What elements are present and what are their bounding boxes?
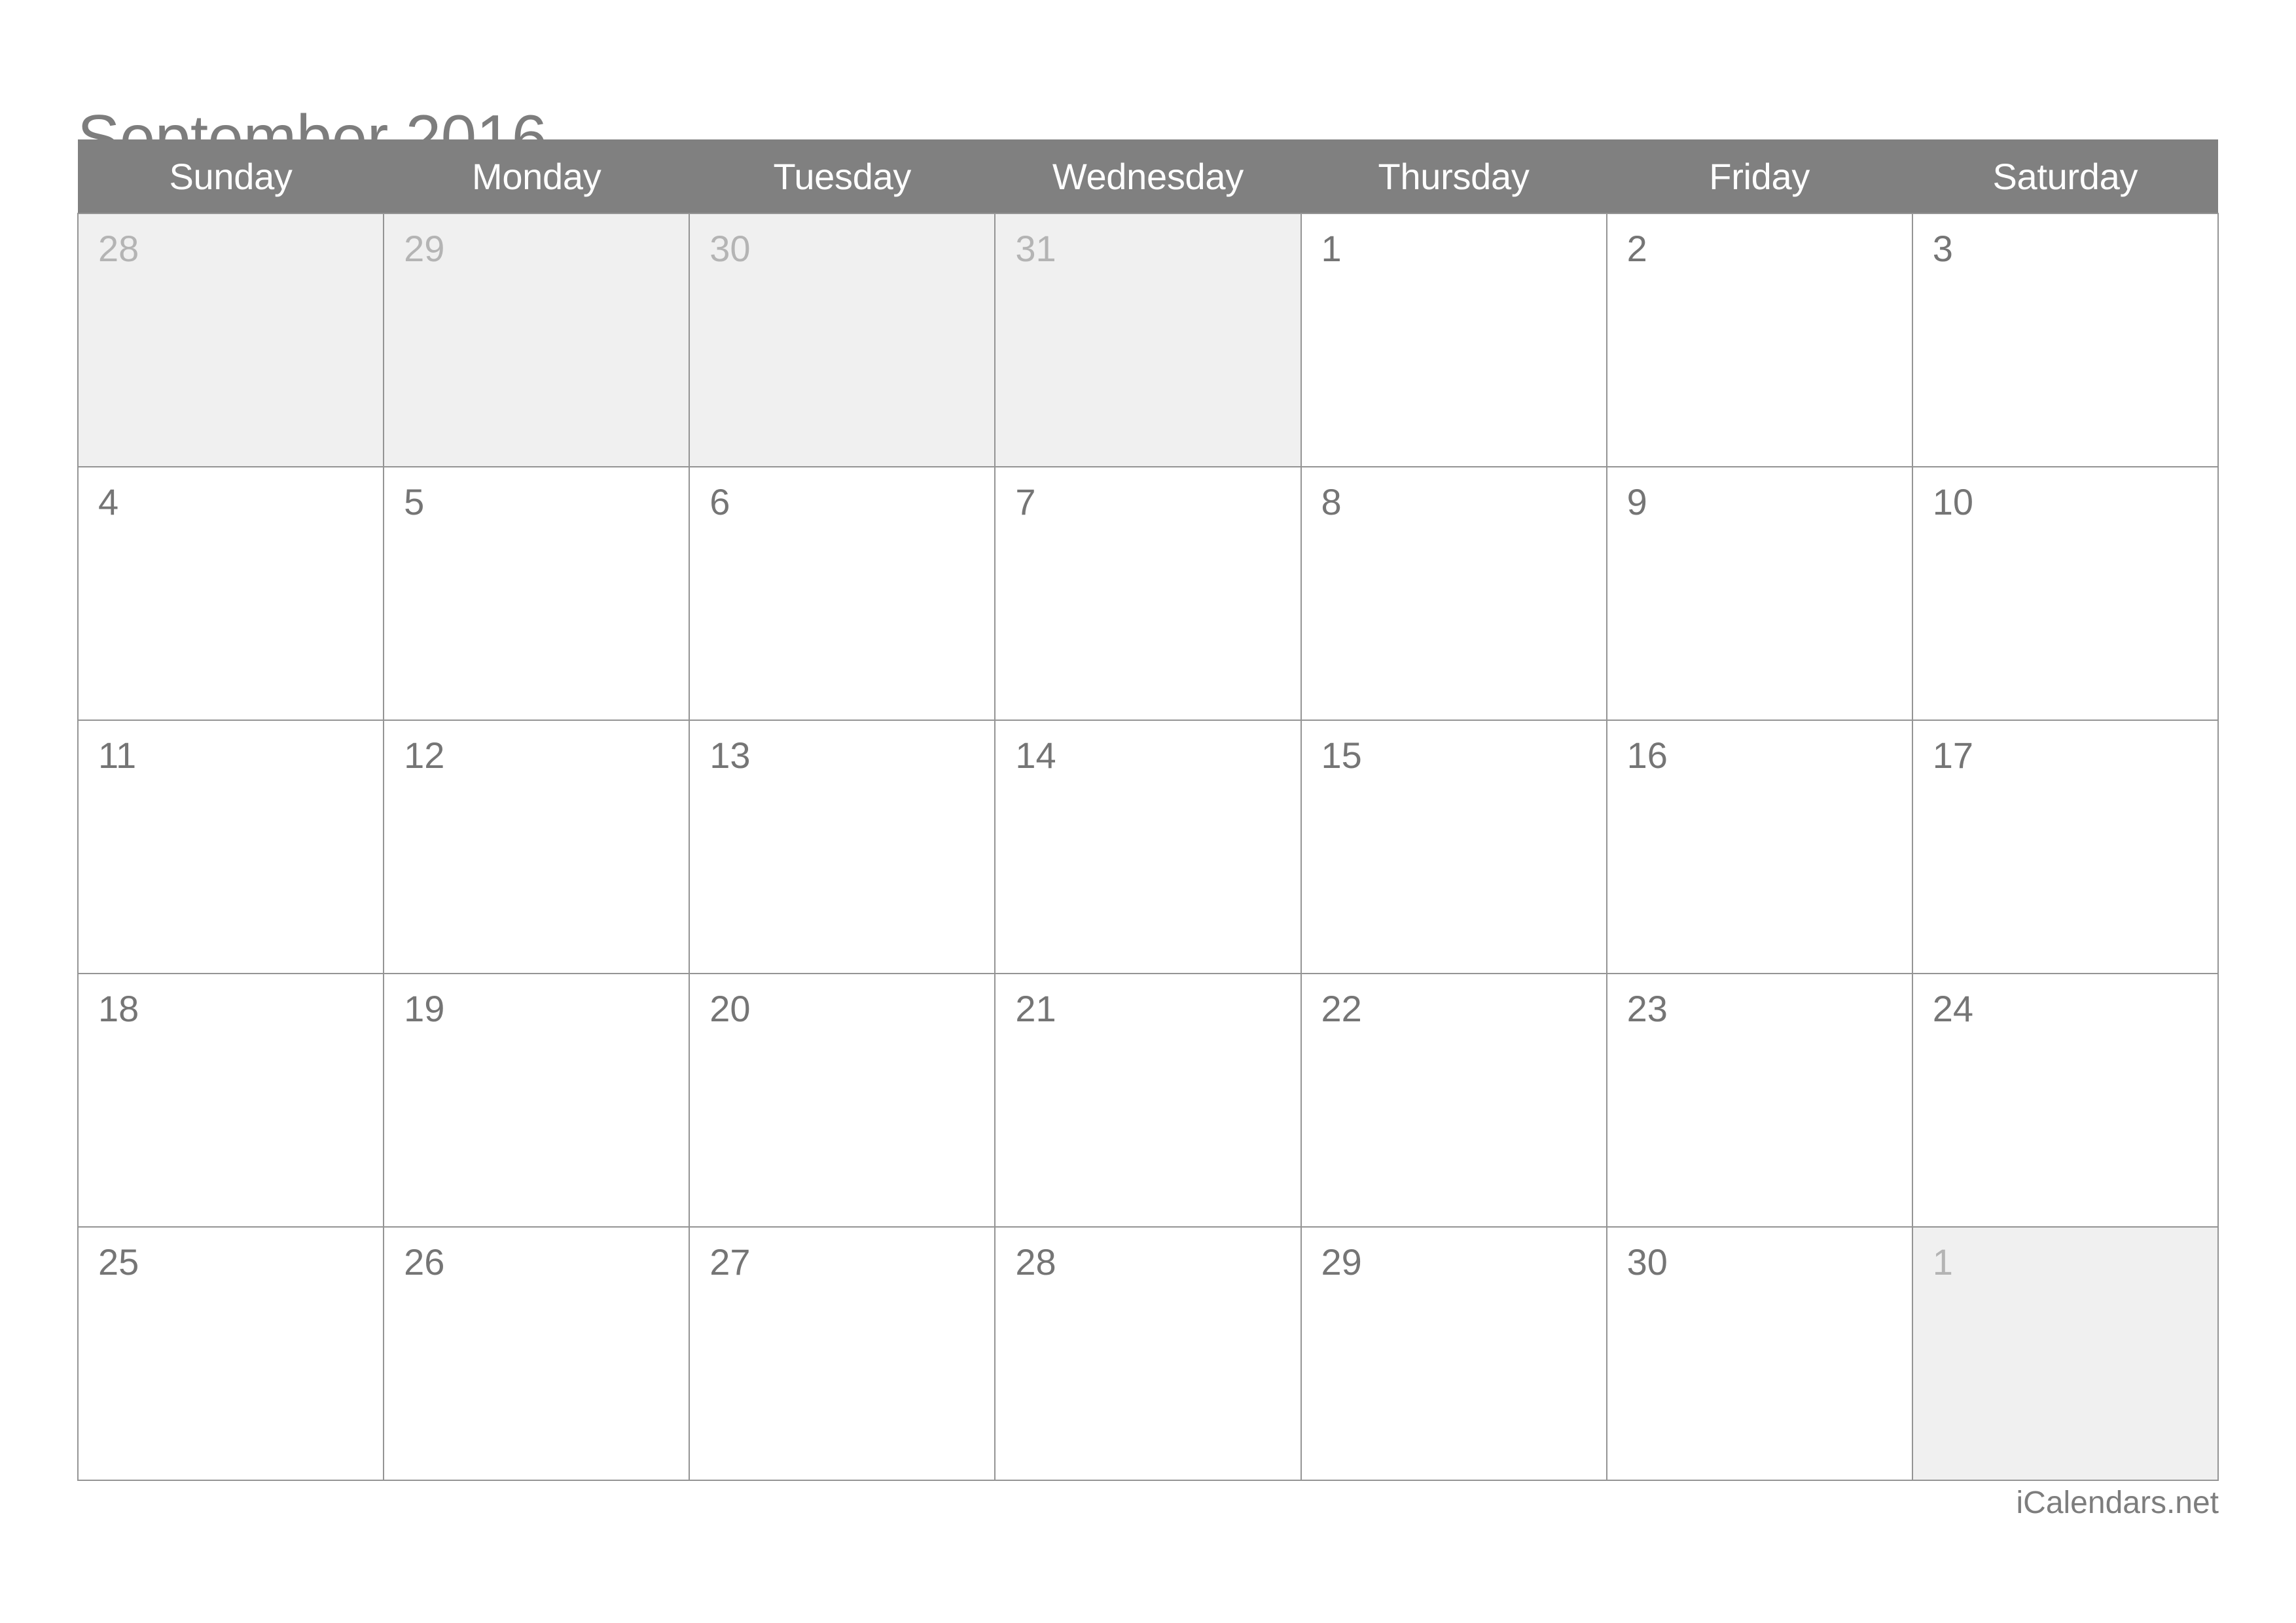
calendar-week-row: 11 12 13 14 15 16 17	[77, 720, 2219, 974]
calendar-day-cell[interactable]: 28	[994, 1226, 1302, 1481]
day-number: 25	[98, 1241, 139, 1283]
weekday-header-friday: Friday	[1606, 139, 1912, 213]
calendar-day-cell[interactable]: 13	[689, 720, 996, 974]
weekday-header-tuesday: Tuesday	[689, 139, 996, 213]
calendar-week-row: 18 19 20 21 22 23 24	[77, 973, 2219, 1228]
calendar-week-row: 28 29 30 31 1 2 3	[77, 213, 2219, 467]
day-number: 27	[709, 1241, 751, 1283]
calendar-day-cell[interactable]: 26	[383, 1226, 691, 1481]
calendar-day-cell[interactable]: 12	[383, 720, 691, 974]
day-number: 3	[1932, 228, 1953, 269]
calendar-day-cell[interactable]: 30	[1605, 1226, 1913, 1481]
calendar-day-cell[interactable]: 1	[1911, 1226, 2219, 1481]
calendar-day-cell[interactable]: 17	[1911, 720, 2219, 974]
weekday-header-monday: Monday	[384, 139, 690, 213]
calendar-day-cell[interactable]: 29	[1300, 1226, 1607, 1481]
day-number: 28	[1015, 1241, 1056, 1283]
calendar-day-cell[interactable]: 31	[994, 213, 1302, 467]
calendar-day-cell[interactable]: 18	[77, 973, 385, 1228]
day-number: 12	[404, 735, 445, 776]
day-number: 19	[404, 988, 445, 1029]
calendar-day-cell[interactable]: 19	[383, 973, 691, 1228]
calendar-day-cell[interactable]: 28	[77, 213, 385, 467]
calendar-week-row: 4 5 6 7 8 9 10	[77, 466, 2219, 721]
day-number: 17	[1932, 735, 1974, 776]
day-number: 7	[1015, 481, 1036, 522]
weekday-header-row: Sunday Monday Tuesday Wednesday Thursday…	[78, 139, 2218, 213]
calendar-day-cell[interactable]: 10	[1911, 466, 2219, 721]
calendar-weeks: 28 29 30 31 1 2 3 4 5 6 7 8 9 10 11 12 13 14 15 16 17 18 19 20 2…	[77, 213, 2219, 1481]
day-number: 31	[1015, 228, 1056, 269]
calendar-day-cell[interactable]: 8	[1300, 466, 1607, 721]
day-number: 4	[98, 481, 119, 522]
day-number: 11	[98, 735, 137, 776]
day-number: 30	[709, 228, 751, 269]
calendar-day-cell[interactable]: 22	[1300, 973, 1607, 1228]
calendar-day-cell[interactable]: 2	[1605, 213, 1913, 467]
weekday-header-sunday: Sunday	[78, 139, 384, 213]
calendar-day-cell[interactable]: 25	[77, 1226, 385, 1481]
weekday-header-wednesday: Wednesday	[995, 139, 1301, 213]
calendar-week-row: 25 26 27 28 29 30 1	[77, 1226, 2219, 1481]
calendar-day-cell[interactable]: 15	[1300, 720, 1607, 974]
calendar-day-cell[interactable]: 1	[1300, 213, 1607, 467]
day-number: 26	[404, 1241, 445, 1283]
calendar-day-cell[interactable]: 21	[994, 973, 1302, 1228]
day-number: 20	[709, 988, 751, 1029]
day-number: 8	[1321, 481, 1342, 522]
calendar-page: September 2016 Sunday Monday Tuesday Wed…	[0, 0, 2296, 1623]
day-number: 1	[1321, 228, 1342, 269]
calendar-day-cell[interactable]: 20	[689, 973, 996, 1228]
day-number: 5	[404, 481, 425, 522]
calendar-day-cell[interactable]: 16	[1605, 720, 1913, 974]
day-number: 15	[1321, 735, 1362, 776]
calendar-day-cell[interactable]: 3	[1911, 213, 2219, 467]
calendar-day-cell[interactable]: 24	[1911, 973, 2219, 1228]
calendar-day-cell[interactable]: 4	[77, 466, 385, 721]
day-number: 18	[98, 988, 139, 1029]
day-number: 9	[1626, 481, 1647, 522]
calendar-day-cell[interactable]: 30	[689, 213, 996, 467]
calendar-day-cell[interactable]: 14	[994, 720, 1302, 974]
day-number: 29	[1321, 1241, 1362, 1283]
day-number: 13	[709, 735, 751, 776]
calendar-day-cell[interactable]: 6	[689, 466, 996, 721]
calendar-day-cell[interactable]: 9	[1605, 466, 1913, 721]
day-number: 29	[404, 228, 445, 269]
day-number: 14	[1015, 735, 1056, 776]
weekday-header-thursday: Thursday	[1300, 139, 1607, 213]
calendar-day-cell[interactable]: 29	[383, 213, 691, 467]
day-number: 6	[709, 481, 730, 522]
day-number: 2	[1626, 228, 1647, 269]
day-number: 21	[1015, 988, 1056, 1029]
calendar-day-cell[interactable]: 27	[689, 1226, 996, 1481]
calendar-day-cell[interactable]: 11	[77, 720, 385, 974]
footer-attribution: iCalendars.net	[2016, 1486, 2219, 1520]
day-number: 30	[1626, 1241, 1668, 1283]
day-number: 16	[1626, 735, 1668, 776]
weekday-header-saturday: Saturday	[1912, 139, 2218, 213]
calendar-day-cell[interactable]: 23	[1605, 973, 1913, 1228]
calendar-day-cell[interactable]: 5	[383, 466, 691, 721]
day-number: 10	[1932, 481, 1974, 522]
day-number: 28	[98, 228, 139, 269]
day-number: 23	[1626, 988, 1668, 1029]
calendar-day-cell[interactable]: 7	[994, 466, 1302, 721]
calendar-grid: Sunday Monday Tuesday Wednesday Thursday…	[77, 139, 2219, 1481]
day-number: 22	[1321, 988, 1362, 1029]
day-number: 24	[1932, 988, 1974, 1029]
day-number: 1	[1932, 1241, 1953, 1283]
